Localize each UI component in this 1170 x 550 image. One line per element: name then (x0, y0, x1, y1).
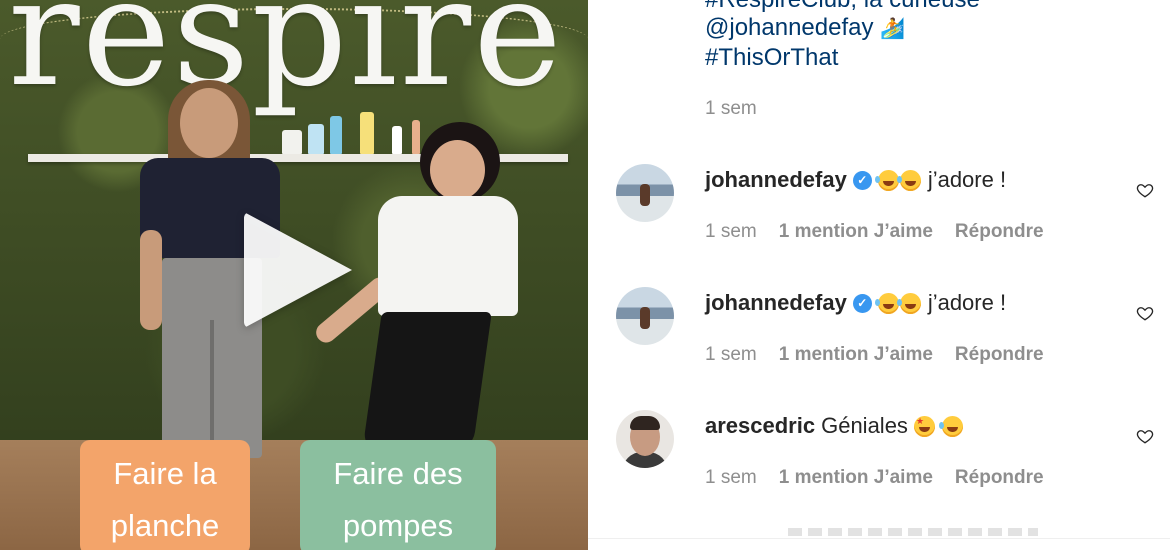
woman-left-head (180, 88, 238, 158)
caption-time[interactable]: 1 sem (705, 98, 757, 120)
comment-likes[interactable]: 1 mention J’aime (779, 467, 933, 489)
product-bottle (392, 126, 402, 154)
comment-time[interactable]: 1 sem (705, 344, 757, 366)
comment-text: j’adore ! (927, 290, 1007, 315)
comment-body: johannedefay ✓ j’adore ! (705, 290, 1006, 316)
avatar[interactable] (616, 410, 674, 468)
woman-right-face (430, 140, 485, 200)
woman-right-top (378, 196, 518, 316)
view-more-replies-partial[interactable] (788, 528, 1038, 536)
comment-likes[interactable]: 1 mention J’aime (779, 221, 933, 243)
face-with-tears-of-joy-icon (874, 292, 922, 314)
product-bottle (412, 120, 420, 154)
heart-outline-icon[interactable] (1136, 427, 1154, 445)
heart-outline-icon[interactable] (1136, 181, 1154, 199)
reply-button[interactable]: Répondre (955, 344, 1044, 366)
comment-body: johannedefay ✓ j’adore ! (705, 167, 1006, 193)
comment-meta: 1 sem 1 mention J’aime Répondre (705, 344, 1044, 366)
comment-item: johannedefay ✓ j’adore ! 1 sem 1 mention… (588, 283, 1170, 393)
comment-meta: 1 sem 1 mention J’aime Répondre (705, 467, 1044, 489)
comment-username[interactable]: johannedefay (705, 290, 847, 316)
play-icon[interactable] (244, 212, 352, 328)
caption-mention[interactable]: @johannedefay (705, 14, 874, 41)
option-label-right: Faire des pompes (300, 440, 496, 550)
woman-left-leg-gap (210, 320, 214, 460)
comment-text: Géniales (821, 413, 908, 438)
caption-hashtag-partial[interactable]: #RespireClub, la curieuse (705, 0, 980, 14)
comment-username[interactable]: arescedric (705, 413, 815, 439)
face-with-tears-of-joy-icon (938, 415, 963, 437)
comment-time[interactable]: 1 sem (705, 467, 757, 489)
video-player[interactable]: respire Faire la planche Faire des pompe… (0, 0, 588, 550)
comment-meta: 1 sem 1 mention J’aime Répondre (705, 221, 1044, 243)
reply-button[interactable]: Répondre (955, 467, 1044, 489)
comment-time[interactable]: 1 sem (705, 221, 757, 243)
woman-right-pants (362, 312, 492, 452)
face-with-tears-of-joy-icon (874, 169, 922, 191)
respire-logo: respire (8, 0, 564, 120)
product-bottle (308, 124, 324, 154)
comment-likes[interactable]: 1 mention J’aime (779, 344, 933, 366)
comment-body: arescedric Géniales (705, 413, 964, 439)
product-jar (282, 130, 302, 154)
surfer-icon: 🏄 (880, 18, 906, 40)
comment-text: j’adore ! (927, 167, 1007, 192)
caption-hashtag[interactable]: #ThisOrThat (705, 44, 838, 72)
star-struck-icon (913, 415, 935, 437)
reply-button[interactable]: Répondre (955, 221, 1044, 243)
comments-panel: #RespireClub, la curieuse @johannedefay … (588, 0, 1170, 550)
avatar[interactable] (616, 164, 674, 222)
heart-outline-icon[interactable] (1136, 304, 1154, 322)
product-bottle (330, 116, 342, 154)
woman-left-arm (140, 230, 162, 330)
comment-item: johannedefay ✓ j’adore ! 1 sem 1 mention… (588, 160, 1170, 270)
verified-badge-icon: ✓ (852, 170, 872, 190)
option-label-left: Faire la planche (80, 440, 250, 550)
avatar[interactable] (616, 287, 674, 345)
verified-badge-icon: ✓ (852, 293, 872, 313)
divider (588, 538, 1170, 539)
comment-username[interactable]: johannedefay (705, 167, 847, 193)
caption-mention-line: @johannedefay 🏄 (705, 14, 905, 42)
comment-item: arescedric Géniales 1 sem 1 mention J’ai… (588, 406, 1170, 516)
product-bottle (360, 112, 374, 154)
